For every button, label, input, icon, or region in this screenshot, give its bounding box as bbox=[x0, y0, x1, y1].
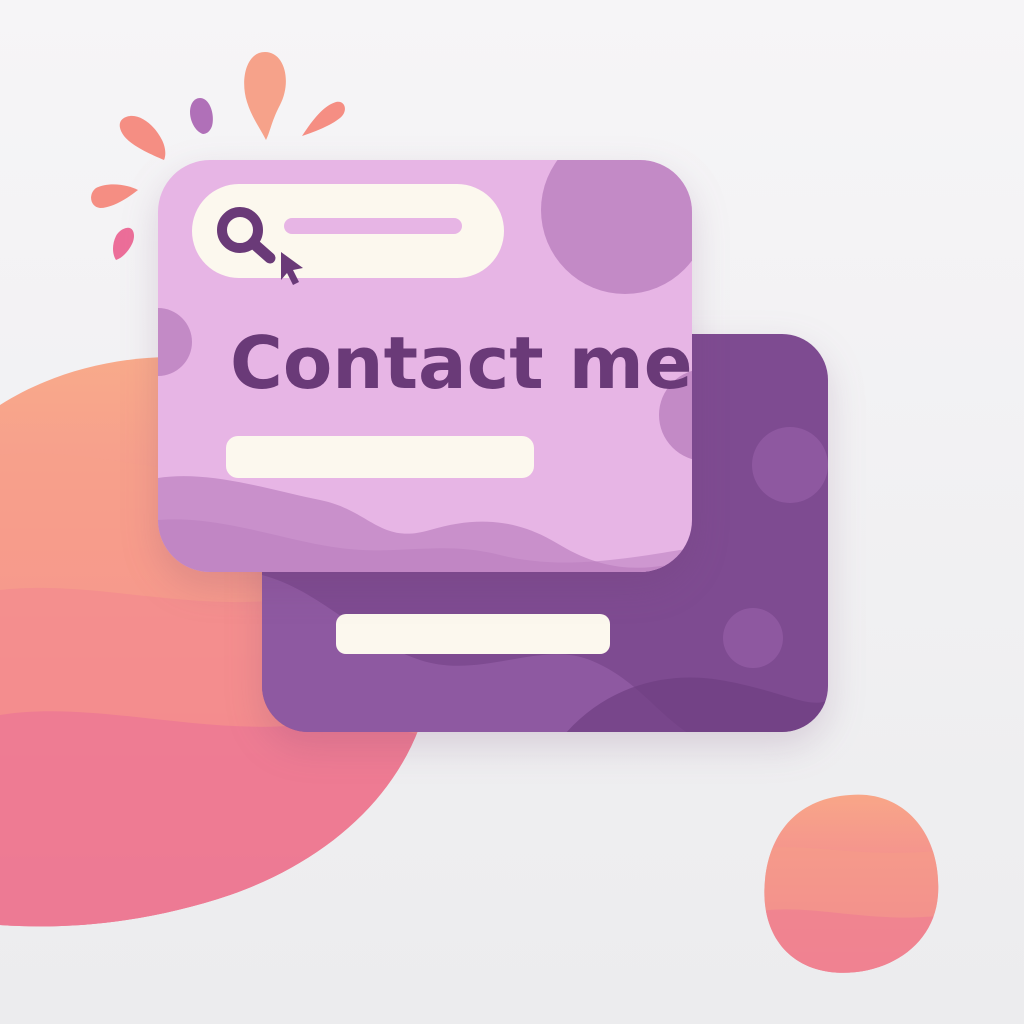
illustration: Contact me bbox=[0, 52, 939, 973]
card-heading: Contact me bbox=[230, 321, 693, 405]
message-field[interactable] bbox=[336, 614, 610, 654]
search-input[interactable] bbox=[284, 218, 462, 234]
name-field[interactable] bbox=[226, 436, 534, 478]
decorative-blob-small bbox=[764, 794, 939, 973]
